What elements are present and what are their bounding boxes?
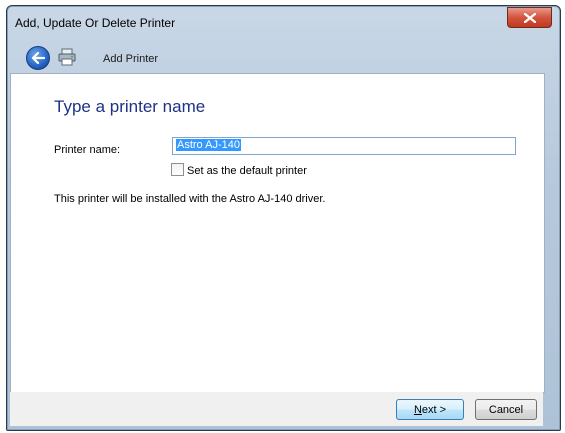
printer-name-value: Astro AJ-140 — [176, 139, 241, 151]
default-printer-checkbox[interactable] — [171, 163, 184, 176]
default-printer-label[interactable]: Set as the default printer — [187, 165, 307, 177]
printer-icon — [58, 48, 76, 66]
printer-name-label: Printer name: — [54, 144, 121, 156]
printer-name-input[interactable]: Astro AJ-140 — [172, 137, 516, 155]
wizard-title: Add Printer — [103, 53, 159, 65]
next-button[interactable]: Next > — [396, 399, 464, 420]
next-mnemonic: N — [413, 403, 422, 416]
back-arrow-icon — [31, 52, 45, 64]
back-button[interactable] — [26, 46, 50, 70]
cancel-button[interactable]: Cancel — [475, 399, 537, 420]
wizard-content-panel: Type a printer name Printer name: Astro … — [10, 73, 545, 393]
close-icon — [523, 12, 536, 23]
driver-info-text: This printer will be installed with the … — [54, 193, 326, 205]
window-title: Add, Update Or Delete Printer — [15, 16, 176, 30]
close-button[interactable] — [507, 7, 552, 28]
next-label: ext > — [421, 403, 447, 416]
wizard-footer: Next > Cancel — [10, 392, 543, 426]
page-heading: Type a printer name — [54, 97, 206, 116]
